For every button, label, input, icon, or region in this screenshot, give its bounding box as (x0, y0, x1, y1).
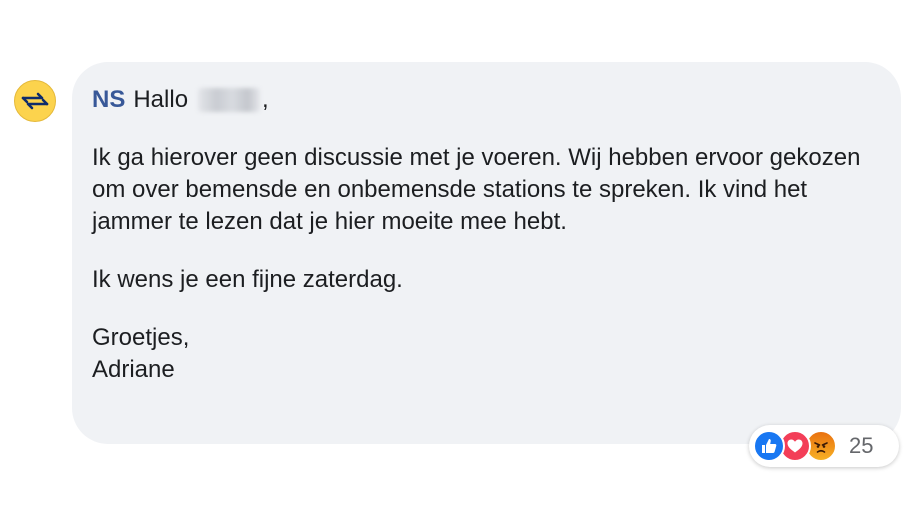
comment-header: NS Hallo , (92, 84, 882, 116)
ns-avatar[interactable] (14, 80, 56, 122)
greeting-text: Hallo (133, 86, 189, 113)
comment-signature: Adriane (92, 356, 175, 383)
greeting-punctuation: , (262, 86, 269, 113)
comment-signoff: Groetjes, (92, 324, 190, 351)
comment-bubble: NS Hallo , Ik ga hierover geen discussie… (72, 62, 901, 444)
reaction-count[interactable]: 25 (849, 433, 873, 459)
comment-paragraph: Ik wens je een fijne zaterdag. (92, 266, 403, 293)
comment-paragraph: Ik ga hierover geen discussie met je voe… (92, 144, 861, 235)
comment-body: NS Hallo , Ik ga hierover geen discussie… (92, 84, 882, 386)
like-icon (753, 430, 785, 462)
reactions-summary[interactable]: 25 (749, 425, 899, 467)
comment-author[interactable]: NS (92, 84, 125, 116)
ns-logo-icon (21, 92, 49, 110)
redacted-name (198, 88, 261, 112)
